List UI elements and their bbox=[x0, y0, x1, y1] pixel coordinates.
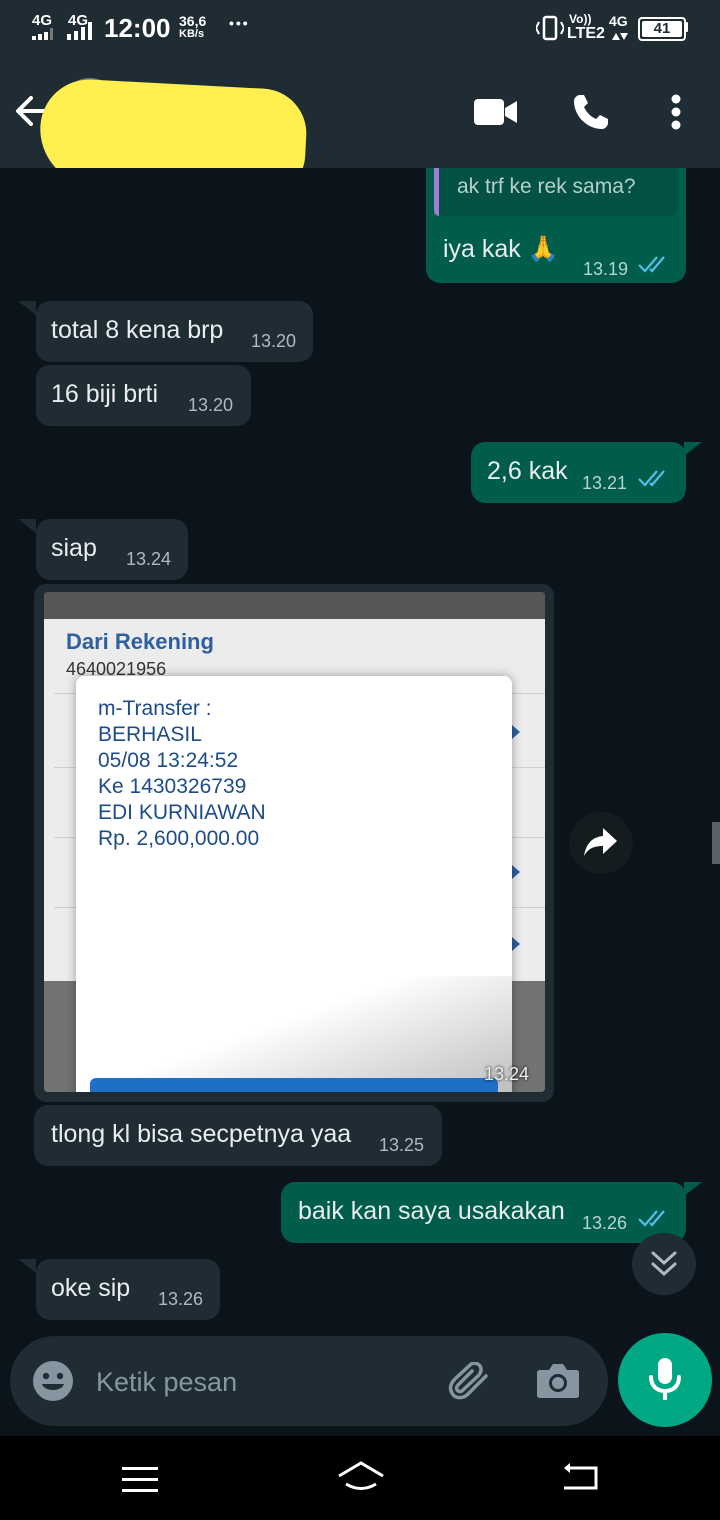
quoted-text: ak trf ke rek sama? bbox=[457, 175, 636, 198]
more-notifications-icon: ••• bbox=[229, 15, 250, 31]
vibrate-icon bbox=[536, 15, 564, 41]
scroll-down-icon bbox=[651, 1251, 677, 1277]
photo-shadow bbox=[76, 976, 512, 1092]
more-vert-icon[interactable] bbox=[670, 94, 682, 130]
receipt-line: 05/08 13:24:52 bbox=[98, 749, 239, 772]
signal-icon bbox=[32, 28, 53, 40]
message-text: iya kak 🙏 bbox=[443, 235, 559, 263]
message-time: 13.24 bbox=[126, 549, 172, 569]
lte-label: LTE2 bbox=[567, 25, 605, 42]
nav-back-icon[interactable] bbox=[560, 1462, 600, 1494]
mic-button[interactable] bbox=[618, 1333, 712, 1427]
forward-icon bbox=[584, 828, 617, 856]
nav-menu-icon[interactable] bbox=[122, 1466, 160, 1494]
message-time: 13.26 bbox=[582, 1213, 628, 1233]
emoji-icon[interactable] bbox=[32, 1360, 74, 1402]
message-text: 2,6 kak bbox=[487, 457, 568, 485]
receipt-line: m-Transfer : bbox=[98, 697, 212, 720]
read-ticks-icon bbox=[638, 256, 665, 273]
nav-home-icon[interactable] bbox=[336, 1460, 386, 1494]
net-4g-label: 4G bbox=[609, 13, 628, 29]
status-bar: 4G 4G 12:00 36,6 KB/s ••• Vo)) LTE2 4G 4… bbox=[0, 0, 720, 56]
data-arrows-icon bbox=[612, 33, 628, 40]
chat-header bbox=[0, 56, 720, 197]
sms-receipt-dialog: m-Transfer : BERHASIL 05/08 13:24:52 Ke … bbox=[76, 676, 512, 1092]
message-bubble-incoming[interactable]: siap 13.24 bbox=[36, 519, 188, 580]
system-navigation-bar bbox=[0, 1436, 720, 1520]
receipt-line: EDI KURNIAWAN bbox=[98, 801, 266, 824]
bubble-tail bbox=[18, 1259, 36, 1273]
quoted-message[interactable]: ak trf ke rek sama? bbox=[434, 168, 677, 216]
message-bubble-outgoing[interactable]: ak trf ke rek sama? iya kak 🙏 13.19 bbox=[426, 168, 686, 283]
message-input[interactable] bbox=[94, 1358, 418, 1406]
image-time: 13.24 bbox=[484, 1064, 530, 1084]
bubble-tail bbox=[18, 519, 36, 533]
message-bubble-incoming[interactable]: total 8 kena brp 13.20 bbox=[36, 301, 313, 362]
receipt-line: BERHASIL bbox=[98, 723, 202, 746]
screenshot-topbar bbox=[44, 592, 545, 619]
message-time: 13.20 bbox=[251, 331, 297, 351]
battery-level: 41 bbox=[653, 20, 671, 37]
message-text: baik kan saya usakakan bbox=[298, 1197, 565, 1225]
message-bubble-outgoing[interactable]: baik kan saya usakakan 13.26 bbox=[281, 1182, 686, 1243]
camera-icon[interactable] bbox=[536, 1360, 580, 1400]
message-text: 16 biji brti bbox=[51, 380, 158, 408]
mic-icon bbox=[649, 1358, 681, 1400]
message-time: 13.21 bbox=[582, 473, 628, 493]
message-bubble-incoming[interactable]: tlong kl bisa secpetnya yaa 13.25 bbox=[34, 1105, 442, 1166]
battery-icon: 41 bbox=[638, 17, 686, 41]
read-ticks-icon bbox=[638, 470, 665, 487]
message-composer bbox=[10, 1336, 608, 1426]
message-text: tlong kl bisa secpetnya yaa bbox=[51, 1120, 352, 1148]
message-bubble-incoming[interactable]: 16 biji brti 13.20 bbox=[36, 365, 251, 426]
forward-button[interactable] bbox=[569, 812, 633, 874]
signal-label-1: 4G bbox=[32, 12, 53, 29]
bubble-tail bbox=[684, 442, 702, 456]
clock: 12:00 bbox=[104, 13, 171, 43]
net-speed-value: 36,6 bbox=[179, 13, 207, 29]
receipt-line: Ke 1430326739 bbox=[98, 775, 247, 798]
quote-bar bbox=[434, 168, 439, 216]
bank-label: Dari Rekening bbox=[66, 629, 214, 654]
message-time: 13.26 bbox=[158, 1289, 204, 1309]
read-ticks-icon bbox=[638, 1210, 665, 1227]
volte-label: Vo)) bbox=[569, 12, 592, 26]
receipt-text: m-Transfer : BERHASIL 05/08 13:24:52 Ke … bbox=[98, 696, 266, 852]
message-time: 13.20 bbox=[188, 395, 234, 415]
video-call-icon[interactable] bbox=[474, 96, 518, 128]
message-text: oke sip bbox=[51, 1274, 131, 1302]
message-bubble-outgoing[interactable]: 2,6 kak 13.21 bbox=[471, 442, 686, 503]
scroll-down-button[interactable] bbox=[632, 1233, 696, 1295]
phone-icon[interactable] bbox=[571, 92, 611, 132]
transfer-screenshot-image[interactable]: Dari Rekening 4640021956 m-Transfer : BE… bbox=[44, 592, 545, 1092]
message-text: siap bbox=[51, 534, 97, 562]
message-text: total 8 kena brp bbox=[51, 316, 224, 344]
bubble-tail bbox=[684, 1182, 702, 1196]
scrollbar-thumb[interactable] bbox=[712, 822, 720, 864]
bubble-tail bbox=[18, 301, 36, 315]
message-time: 13.19 bbox=[583, 259, 629, 279]
battery-tip bbox=[684, 22, 688, 32]
message-bubble-incoming[interactable]: oke sip 13.26 bbox=[36, 1259, 220, 1320]
dialog-ok-button bbox=[90, 1078, 498, 1092]
message-time: 13.25 bbox=[379, 1135, 425, 1155]
signal-icon-2 bbox=[67, 22, 92, 40]
net-speed-unit: KB/s bbox=[179, 28, 205, 40]
receipt-line: Rp. 2,600,000.00 bbox=[98, 827, 260, 850]
attach-icon[interactable] bbox=[448, 1362, 494, 1402]
